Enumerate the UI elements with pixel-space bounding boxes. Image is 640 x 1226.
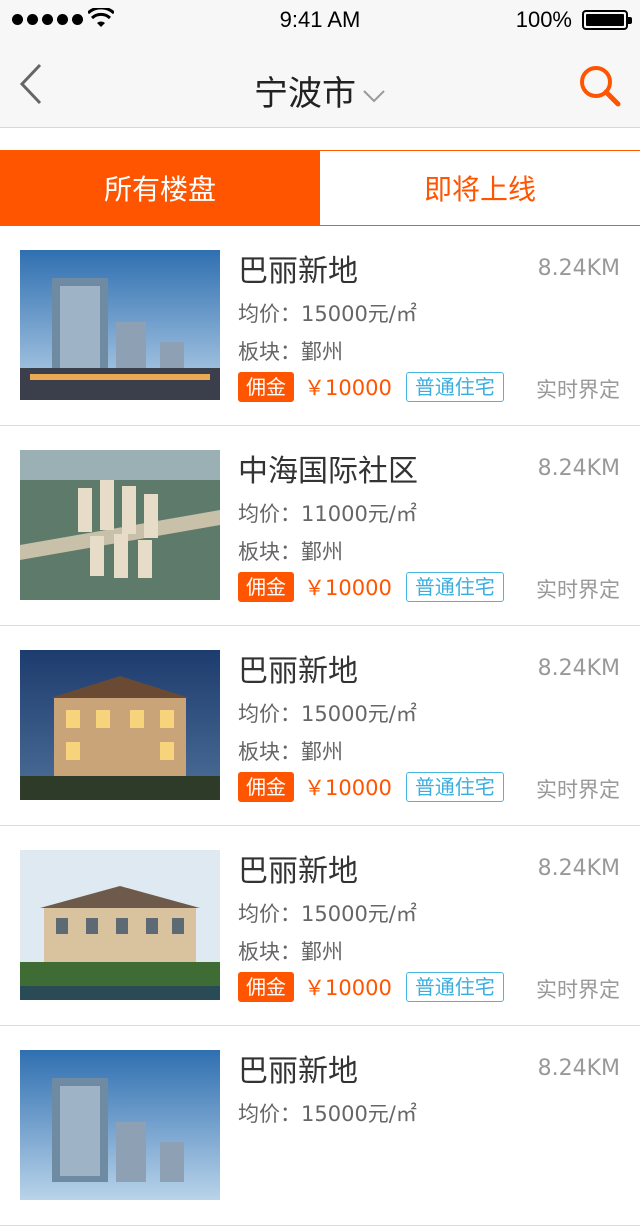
property-card[interactable]: 巴丽新地 8.24KM 均价：15000元/㎡ — [0, 1026, 640, 1226]
property-name: 巴丽新地 — [238, 1054, 358, 1089]
search-icon[interactable] — [578, 64, 622, 108]
distance: 8.24KM — [537, 256, 620, 281]
property-image — [20, 450, 220, 600]
property-image — [20, 250, 220, 400]
commission-badge: 佣金 — [238, 572, 294, 602]
tag-row: 佣金 ￥10000 普通住宅 — [238, 372, 504, 402]
property-type-tag: 普通住宅 — [405, 972, 504, 1002]
property-name: 巴丽新地 — [238, 854, 358, 889]
property-type-tag: 普通住宅 — [405, 572, 504, 602]
status-label: 实时界定 — [536, 778, 620, 802]
district: 板块：鄞州 — [238, 740, 343, 764]
chevron-down-icon — [363, 89, 385, 102]
status-bar: 9:41 AM 100% — [0, 0, 640, 40]
distance: 8.24KM — [537, 856, 620, 881]
page-title: 宁波市 — [254, 74, 356, 114]
district: 板块：鄞州 — [238, 340, 343, 364]
property-card[interactable]: 巴丽新地 8.24KM 均价：15000元/㎡ 板块：鄞州 佣金 ￥10000 … — [0, 226, 640, 426]
property-card[interactable]: 巴丽新地 8.24KM 均价：15000元/㎡ 板块：鄞州 佣金 ￥10000 … — [0, 826, 640, 1026]
property-name: 中海国际社区 — [238, 454, 418, 489]
commission-badge: 佣金 — [238, 972, 294, 1002]
distance: 8.24KM — [537, 656, 620, 681]
property-image — [20, 850, 220, 1000]
property-name: 巴丽新地 — [238, 254, 358, 289]
average-price: 均价：11000元/㎡ — [238, 502, 417, 526]
commission-amount: ￥10000 — [304, 976, 392, 1000]
battery-percent: 100% — [515, 7, 572, 32]
commission-amount: ￥10000 — [304, 576, 392, 600]
average-price: 均价：15000元/㎡ — [238, 702, 417, 726]
property-type-tag: 普通住宅 — [405, 372, 504, 402]
property-image — [20, 1050, 220, 1200]
battery-icon — [582, 10, 632, 30]
average-price: 均价：15000元/㎡ — [238, 302, 417, 326]
district: 板块：鄞州 — [238, 940, 343, 964]
property-card[interactable]: 中海国际社区 8.24KM 均价：11000元/㎡ 板块：鄞州 佣金 ￥1000… — [0, 426, 640, 626]
status-label: 实时界定 — [536, 378, 620, 402]
tag-row: 佣金 ￥10000 普通住宅 — [238, 972, 504, 1002]
status-label: 实时界定 — [536, 578, 620, 602]
property-type-tag: 普通住宅 — [405, 772, 504, 802]
tab-upcoming[interactable]: 即将上线 — [320, 151, 640, 225]
commission-amount: ￥10000 — [304, 776, 392, 800]
property-list: 巴丽新地 8.24KM 均价：15000元/㎡ 板块：鄞州 佣金 ￥10000 … — [0, 226, 640, 1226]
commission-badge: 佣金 — [238, 372, 294, 402]
distance: 8.24KM — [537, 1056, 620, 1081]
tab-all-properties[interactable]: 所有楼盘 — [0, 151, 320, 225]
commission-amount: ￥10000 — [304, 376, 392, 400]
distance: 8.24KM — [537, 456, 620, 481]
city-selector[interactable]: 宁波市 — [0, 66, 640, 115]
property-image — [20, 650, 220, 800]
tag-row: 佣金 ￥10000 普通住宅 — [238, 772, 504, 802]
property-card[interactable]: 巴丽新地 8.24KM 均价：15000元/㎡ 板块：鄞州 佣金 ￥10000 … — [0, 626, 640, 826]
status-label: 实时界定 — [536, 978, 620, 1002]
district: 板块：鄞州 — [238, 540, 343, 564]
tag-row: 佣金 ￥10000 普通住宅 — [238, 572, 504, 602]
average-price: 均价：15000元/㎡ — [238, 1102, 417, 1126]
property-name: 巴丽新地 — [238, 654, 358, 689]
navigation-bar: 宁波市 — [0, 40, 640, 128]
average-price: 均价：15000元/㎡ — [238, 902, 417, 926]
tab-bar: 所有楼盘 即将上线 — [0, 150, 640, 226]
commission-badge: 佣金 — [238, 772, 294, 802]
